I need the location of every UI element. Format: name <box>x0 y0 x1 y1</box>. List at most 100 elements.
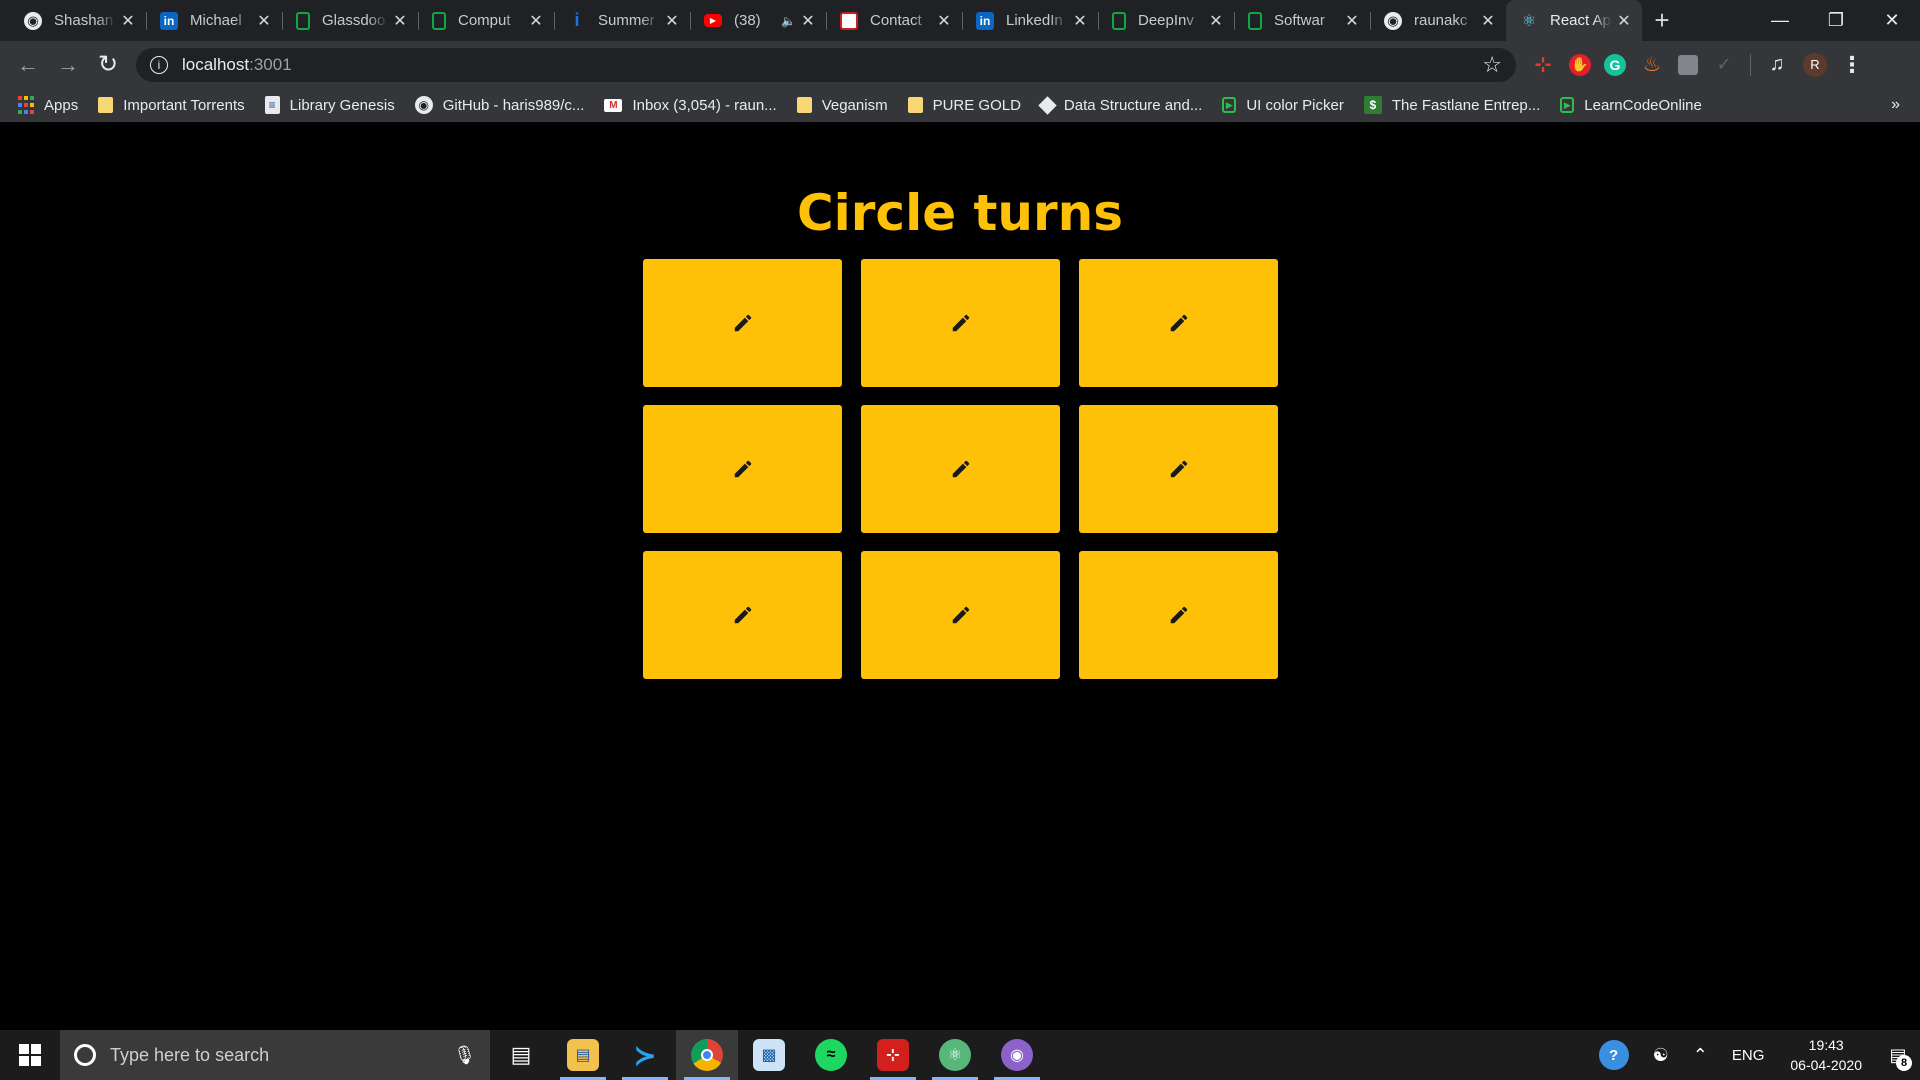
bookmark-item[interactable]: Important Torrents <box>98 97 245 114</box>
browser-menu-icon[interactable]: ⋮ <box>1840 52 1864 78</box>
address-bar[interactable]: i localhost:3001 ☆ <box>136 47 1516 82</box>
show-hidden-icons-chevron-icon[interactable]: ⌃ <box>1693 1045 1708 1066</box>
tab-close-icon[interactable]: ✕ <box>1344 11 1360 31</box>
browser-tab[interactable]: DeepInv ✕ <box>1098 0 1234 41</box>
board-cell[interactable] <box>643 259 842 387</box>
tab-close-icon[interactable]: ✕ <box>1480 11 1496 31</box>
browser-tab[interactable]: ▶ (38) 🔈 ✕ <box>690 0 826 41</box>
speaker-icon[interactable]: 🔈 <box>781 14 796 28</box>
browser-tab[interactable]: in LinkedIn ✕ <box>962 0 1098 41</box>
board-cell[interactable] <box>861 405 1060 533</box>
bookmark-item[interactable]: Apps <box>18 96 78 114</box>
tab-close-icon[interactable]: ✕ <box>256 11 272 31</box>
bookmark-label: Library Genesis <box>289 96 395 114</box>
contact-icon <box>840 11 858 30</box>
bookmark-item[interactable]: ◉ GitHub - haris989/c... <box>414 96 584 114</box>
browser-tab[interactable]: i Summer ✕ <box>554 0 690 41</box>
bookmark-star-icon[interactable]: ☆ <box>1482 52 1502 78</box>
browser-tab[interactable]: ◉ raunakc ✕ <box>1370 0 1506 41</box>
tab-title: Softwar <box>1274 12 1325 29</box>
browser-tab[interactable]: Contact ✕ <box>826 0 962 41</box>
stop-extension-icon[interactable]: ✋ <box>1569 53 1591 76</box>
bookmark-label: Apps <box>44 96 79 114</box>
page-title: Circle turns <box>796 184 1124 242</box>
react-icon: ⚛ <box>1521 12 1537 30</box>
windows-taskbar: Type here to search 🎙 ▤ ▤ ≻ ▩ ≈ ⊹ ⚛ ◉ ? … <box>0 1030 1920 1080</box>
start-button[interactable] <box>0 1030 60 1080</box>
help-icon[interactable]: ? <box>1598 1040 1629 1070</box>
bookmark-label: PURE GOLD <box>932 96 1021 114</box>
board-cell[interactable] <box>1079 551 1278 679</box>
task-view-button[interactable]: ▤ <box>490 1030 552 1080</box>
people-icon[interactable]: ☯ <box>1653 1045 1669 1066</box>
grey-extension-icon[interactable] <box>1678 54 1698 75</box>
browser-tab[interactable]: Comput ✕ <box>418 0 554 41</box>
fire-extension-icon[interactable]: ♨ <box>1639 52 1665 78</box>
bookmark-item[interactable]: Data Structure and... <box>1038 95 1202 115</box>
taskbar-chrome[interactable] <box>676 1030 738 1080</box>
forward-button[interactable]: → <box>48 45 88 85</box>
tab-close-icon[interactable]: ✕ <box>800 11 816 31</box>
browser-tab[interactable]: Softwar ✕ <box>1234 0 1370 41</box>
taskbar-file-explorer[interactable]: ▤ <box>552 1030 614 1080</box>
tab-close-icon[interactable]: ✕ <box>392 11 408 31</box>
media-control-icon[interactable]: ♫ <box>1764 52 1790 78</box>
taskbar-acrobat[interactable]: ⊹ <box>862 1030 924 1080</box>
tab-close-icon[interactable]: ✕ <box>664 11 680 31</box>
action-center-button[interactable]: ▤ 8 <box>1876 1030 1920 1080</box>
board-cell[interactable] <box>643 405 842 533</box>
back-button[interactable]: ← <box>8 45 48 85</box>
clock[interactable]: 19:43 06-04-2020 <box>1790 1035 1862 1075</box>
browser-tab[interactable]: ⚛ React Ap ✕ <box>1506 0 1642 41</box>
book-icon: ≡ <box>264 96 280 114</box>
pencil-icon <box>1170 460 1187 478</box>
site-info-icon[interactable]: i <box>150 55 168 74</box>
browser-tab[interactable]: Glassdoo ✕ <box>282 0 418 41</box>
close-window-button[interactable]: ✕ <box>1864 0 1920 41</box>
grammarly-extension-icon[interactable]: G <box>1604 53 1626 76</box>
bookmark-item[interactable]: ▶ LearnCodeOnline <box>1560 97 1702 114</box>
glassdoor-icon <box>296 11 310 30</box>
taskbar-atom[interactable]: ⚛ <box>924 1030 986 1080</box>
bookmark-item[interactable]: PURE GOLD <box>907 96 1021 114</box>
tab-close-icon[interactable]: ✕ <box>528 11 544 31</box>
notification-count: 8 <box>1896 1055 1912 1071</box>
taskbar-remote-desktop[interactable]: ▩ <box>738 1030 800 1080</box>
new-tab-button[interactable]: + <box>1642 0 1682 41</box>
bookmark-item[interactable]: ▶ UI color Picker <box>1222 97 1344 114</box>
board-cell[interactable] <box>1079 259 1278 387</box>
address-port: :3001 <box>249 54 292 74</box>
tab-close-icon[interactable]: ✕ <box>1616 11 1632 31</box>
browser-tab[interactable]: ◉ Shashan ✕ <box>10 0 146 41</box>
tab-close-icon[interactable]: ✕ <box>1208 11 1224 31</box>
bookmarks-overflow-button[interactable]: » <box>1891 96 1900 114</box>
minimize-button[interactable]: — <box>1752 0 1808 41</box>
board-cell[interactable] <box>861 551 1060 679</box>
taskbar-github-desktop[interactable]: ◉ <box>986 1030 1048 1080</box>
board-cell[interactable] <box>643 551 842 679</box>
restore-button[interactable]: ❐ <box>1808 0 1864 41</box>
reload-button[interactable]: ↻ <box>88 45 128 85</box>
bookmark-item[interactable]: M Inbox (3,054) - raun... <box>604 96 777 114</box>
tab-close-icon[interactable]: ✕ <box>1072 11 1088 31</box>
chrome-icon <box>691 1039 723 1071</box>
microphone-icon[interactable]: 🎙 <box>453 1045 476 1066</box>
taskbar-vscode[interactable]: ≻ <box>614 1030 676 1080</box>
bookmark-item[interactable]: ≡ Library Genesis <box>264 96 395 114</box>
profile-avatar[interactable]: R <box>1803 52 1827 77</box>
pencil-icon <box>734 606 751 624</box>
check-extension-icon[interactable]: ✓ <box>1711 52 1737 78</box>
taskbar-spotify[interactable]: ≈ <box>800 1030 862 1080</box>
taskbar-search[interactable]: Type here to search 🎙 <box>60 1030 490 1080</box>
board-cell[interactable] <box>1079 405 1278 533</box>
tab-close-icon[interactable]: ✕ <box>120 11 136 31</box>
acrobat-extension-icon[interactable]: ⊹ <box>1530 52 1556 78</box>
bookmark-item[interactable]: $ The Fastlane Entrep... <box>1363 96 1540 114</box>
bookmark-label: Inbox (3,054) - raun... <box>632 96 777 114</box>
tab-close-icon[interactable]: ✕ <box>936 11 952 31</box>
bookmark-item[interactable]: Veganism <box>796 97 888 114</box>
task-view-icon: ▤ <box>510 1042 532 1067</box>
board-cell[interactable] <box>861 259 1060 387</box>
input-language[interactable]: ENG <box>1732 1047 1765 1064</box>
browser-tab[interactable]: in Michael ✕ <box>146 0 282 41</box>
